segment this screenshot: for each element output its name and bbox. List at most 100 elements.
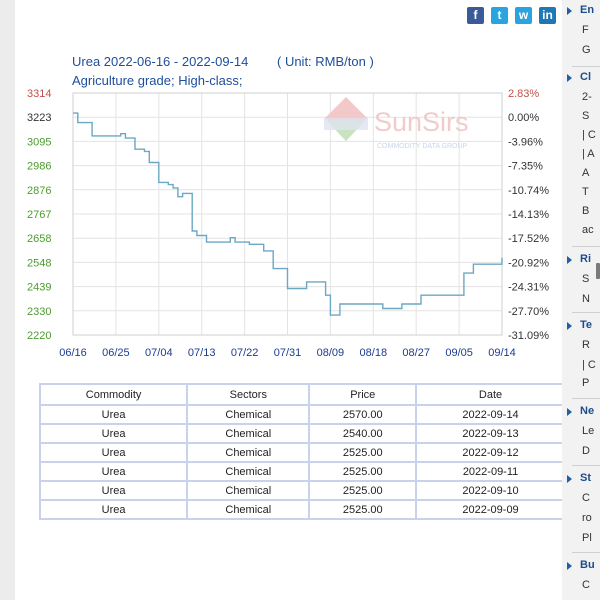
caret-right-icon — [567, 256, 572, 264]
x-tick-label: 08/18 — [360, 347, 388, 359]
y-right-tick-label: -14.13% — [508, 209, 549, 221]
table-row: Urea Chemical 2525.00 2022-09-11 — [38, 461, 566, 482]
sidebar-section[interactable]: En F G — [562, 4, 600, 56]
sidebar-section[interactable]: Ri S N — [562, 253, 600, 305]
sidebar-link[interactable]: P — [582, 377, 589, 389]
y-left-tick-label: 2658 — [27, 233, 51, 245]
sidebar-link[interactable]: N — [582, 293, 590, 305]
chart-unit: ( Unit: RMB/ton ) — [277, 54, 374, 69]
table-header-row: Commodity Sectors Price Date — [38, 383, 566, 406]
sidebar-section-title[interactable]: St — [580, 472, 591, 484]
sidebar-link[interactable]: ro — [582, 512, 592, 524]
sidebar-link[interactable]: S — [582, 273, 589, 285]
y-right-tick-label: -27.70% — [508, 306, 549, 318]
price-table: Commodity Sectors Price Date Urea Chemic… — [38, 383, 566, 520]
sidebar-link[interactable]: C — [582, 579, 590, 591]
sidebar-section-title[interactable]: Te — [580, 319, 592, 331]
caret-right-icon — [567, 562, 572, 570]
sidebar-section[interactable]: Cl 2- S | C | A A T B ac — [562, 71, 600, 236]
cell-date: 2022-09-13 — [415, 423, 566, 444]
sidebar-link[interactable]: | C — [582, 129, 596, 141]
cell-price: 2540.00 — [308, 423, 418, 444]
price-chart: Urea 2022-06-16 - 2022-09-14 ( Unit: RMB… — [27, 54, 549, 359]
sidebar-link[interactable]: F — [582, 24, 589, 36]
cell-commodity: Urea — [38, 480, 189, 501]
y-left-tick-label: 2439 — [27, 282, 51, 294]
y-right-tick-label: -3.96% — [508, 136, 543, 148]
sidebar-section-title[interactable]: Ri — [580, 253, 591, 265]
sidebar-section[interactable]: Bu C — [562, 559, 600, 591]
cell-date: 2022-09-09 — [415, 499, 566, 520]
sidebar-link[interactable]: G — [582, 44, 591, 56]
cell-commodity: Urea — [38, 442, 189, 463]
watermark-logo-bar — [324, 118, 368, 130]
caret-right-icon — [567, 475, 572, 483]
sidebar-link[interactable]: R — [582, 339, 590, 351]
y-right-tick-label: -10.74% — [508, 185, 549, 197]
sidebar-link[interactable]: T — [582, 186, 589, 198]
header-sectors: Sectors — [186, 383, 311, 406]
sidebar-link[interactable]: | A — [582, 148, 595, 160]
sidebar-section-title[interactable]: En — [580, 4, 594, 16]
cell-commodity: Urea — [38, 499, 189, 520]
sidebar-link[interactable]: A — [582, 167, 589, 179]
sidebar-link[interactable]: D — [582, 445, 590, 457]
table-row: Urea Chemical 2525.00 2022-09-12 — [38, 442, 566, 463]
y-right-tick-label: -7.35% — [508, 161, 543, 173]
x-tick-label: 07/31 — [274, 347, 302, 359]
x-tick-label: 09/14 — [488, 347, 516, 359]
sidebar-section[interactable]: Te R | C P — [562, 319, 600, 389]
main-content: f t w in Urea 2022-06-16 - 2022-09-14 ( … — [15, 0, 566, 600]
sidebar-section[interactable]: St C ro Pl — [562, 472, 600, 544]
y-right-tick-label: -31.09% — [508, 330, 549, 342]
sidebar-scrollbar-thumb[interactable] — [596, 263, 600, 279]
sidebar-section[interactable]: Ne Le D — [562, 405, 600, 457]
y-left-tick-label: 2767 — [27, 209, 51, 221]
page-left-gutter — [0, 0, 15, 600]
y-right-tick-label: 2.83% — [508, 88, 539, 100]
sidebar-link[interactable]: S — [582, 110, 589, 122]
cell-price: 2525.00 — [308, 480, 418, 501]
sidebar-section-title[interactable]: Ne — [580, 405, 594, 417]
sidebar-link[interactable]: Pl — [582, 532, 592, 544]
sidebar-link[interactable]: ac — [582, 224, 594, 236]
sidebar-divider — [572, 552, 600, 553]
y-right-tick-label: -17.52% — [508, 233, 549, 245]
cell-sector: Chemical — [186, 423, 311, 444]
sidebar-link[interactable]: | C — [582, 359, 596, 371]
cell-sector: Chemical — [186, 480, 311, 501]
sidebar-divider — [572, 398, 600, 399]
caret-right-icon — [567, 322, 572, 330]
sidebar-link[interactable]: Le — [582, 425, 594, 437]
cell-price: 2525.00 — [308, 499, 418, 520]
sidebar-link[interactable]: B — [582, 205, 589, 217]
x-axis-labels: 06/16 06/25 07/04 07/13 07/22 07/31 08/09 08/18… — [59, 347, 516, 359]
watermark-subtext: COMMODITY DATA GROUP — [377, 143, 468, 150]
x-tick-label: 06/16 — [59, 347, 87, 359]
caret-right-icon — [567, 408, 572, 416]
right-sidebar: En F G Cl 2- S | C | A A T B ac Ri S N T… — [562, 0, 600, 600]
cell-date: 2022-09-10 — [415, 480, 566, 501]
x-tick-label: 07/13 — [188, 347, 216, 359]
y-left-tick-label: 3314 — [27, 88, 51, 100]
header-commodity: Commodity — [38, 383, 189, 406]
chart-subtitle: Agriculture grade; High-class; — [72, 73, 243, 88]
cell-sector: Chemical — [186, 404, 311, 425]
y-left-tick-label: 2330 — [27, 306, 51, 318]
cell-commodity: Urea — [38, 404, 189, 425]
sidebar-section-title[interactable]: Bu — [580, 559, 595, 571]
x-tick-label: 08/27 — [402, 347, 430, 359]
table-row: Urea Chemical 2540.00 2022-09-13 — [38, 423, 566, 444]
cell-commodity: Urea — [38, 423, 189, 444]
y-left-tick-label: 3223 — [27, 112, 51, 124]
cell-sector: Chemical — [186, 442, 311, 463]
sidebar-link[interactable]: 2- — [582, 91, 592, 103]
sidebar-divider — [572, 465, 600, 466]
sidebar-link[interactable]: C — [582, 492, 590, 504]
table-row: Urea Chemical 2525.00 2022-09-09 — [38, 499, 566, 520]
sidebar-section-title[interactable]: Cl — [580, 71, 591, 83]
y-left-tick-label: 2548 — [27, 257, 51, 269]
x-tick-label: 08/09 — [317, 347, 345, 359]
cell-date: 2022-09-14 — [415, 404, 566, 425]
header-price: Price — [308, 383, 418, 406]
